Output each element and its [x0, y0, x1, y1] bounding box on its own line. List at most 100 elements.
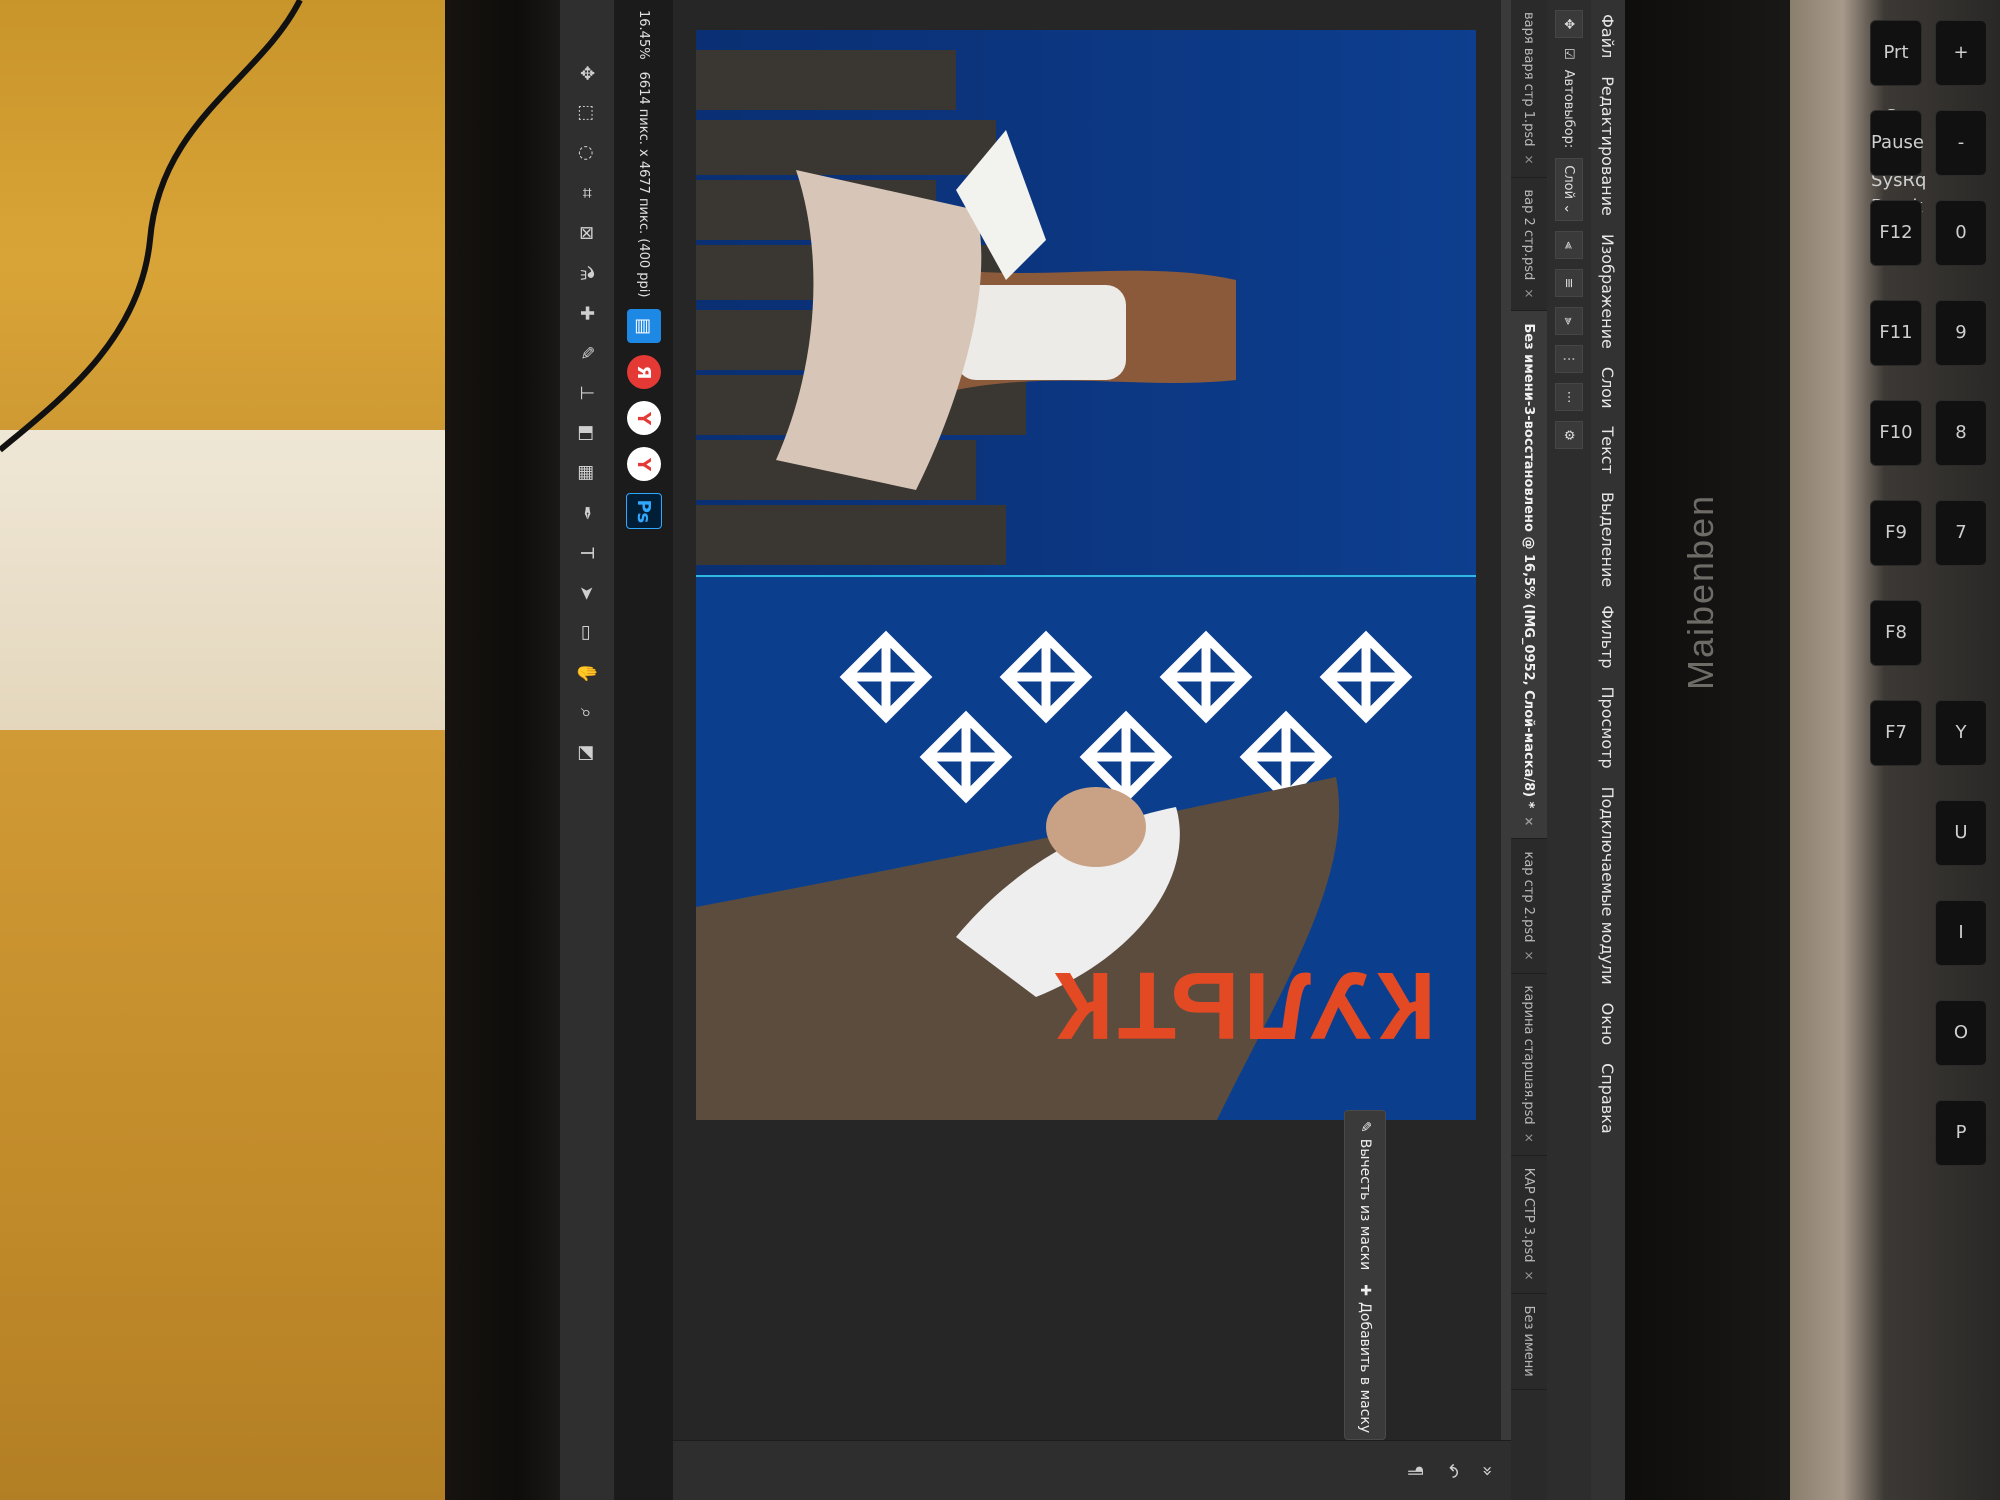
menu-view[interactable]: Просмотр	[1599, 687, 1618, 769]
key[interactable]: F8	[1870, 600, 1922, 666]
key[interactable]: 8	[1935, 400, 1987, 466]
key[interactable]: 0	[1935, 200, 1987, 266]
layer-dropdown-value: Слой	[1561, 165, 1577, 200]
close-icon[interactable]: ×	[1522, 154, 1536, 164]
tab-doc-7[interactable]: Без имени	[1511, 1293, 1547, 1390]
key[interactable]: -	[1935, 110, 1987, 176]
zoom-icon: ⌕	[576, 707, 598, 719]
poster-headline: КУЛЬТК	[1051, 952, 1436, 1059]
document-canvas[interactable]: КУЛЬТК	[696, 30, 1476, 1120]
zoom-level[interactable]: 16.45%	[637, 10, 652, 60]
key[interactable]: +	[1935, 20, 1987, 86]
options-bar: ✥ ☑ Автовыбор: Слой ⌄ ⫷ ≡ ⫸ ⋮ ⋯ ⚙	[1546, 0, 1591, 1500]
close-icon[interactable]: ×	[1522, 1133, 1536, 1143]
tab-doc-6[interactable]: КАР СТР 3.psd ×	[1511, 1155, 1547, 1294]
move-tool[interactable]: ✥	[574, 60, 600, 86]
subtract-label: Вычесть из маски	[1357, 1138, 1373, 1271]
stamp-tool[interactable]: ⊥	[574, 380, 600, 406]
tools-bar: ✥ ⬚ ◌ ⌗ ⊠ ⚗ ✚ ✎ ⊥ ◧ ▦ ✒ T ➤ ▭ ✋ ⌕ ◩	[560, 0, 615, 1500]
align-left-button[interactable]: ⫷	[1555, 231, 1583, 260]
tab-label: Без имени	[1521, 1305, 1537, 1377]
brush-tool[interactable]: ✎	[574, 340, 600, 366]
distribute-button[interactable]: ⋮	[1555, 345, 1583, 374]
key[interactable]: Y	[1935, 700, 1987, 766]
align-center-button[interactable]: ≡	[1555, 269, 1583, 298]
top-scrollbar[interactable]	[1501, 0, 1511, 1440]
tab-label: кар стр 2.psd	[1521, 851, 1537, 943]
key[interactable]: O	[1935, 1000, 1987, 1066]
menu-layers[interactable]: Слои	[1599, 367, 1618, 409]
heal-tool[interactable]: ✚	[574, 300, 600, 326]
menu-select[interactable]: Выделение	[1599, 492, 1618, 587]
tab-doc-active[interactable]: Без имени-3-восстановлено @ 16,5% (IMG_0…	[1511, 311, 1547, 840]
key[interactable]: F7	[1870, 700, 1922, 766]
key[interactable]: F10	[1870, 400, 1922, 466]
contextual-task-bar: ✎Вычесть из маски ✚Добавить в маску ▣ ◩ …	[1344, 1110, 1386, 1488]
autoselect-checkbox[interactable]: ☑	[1562, 48, 1577, 60]
align-right-button[interactable]: ⫸	[1555, 307, 1583, 336]
key[interactable]: Prt Sc SysRq	[1870, 20, 1926, 191]
marquee-icon: ⬚	[576, 104, 598, 122]
stamp-icon: ⊥	[576, 385, 598, 401]
menu-filter[interactable]: Фильтр	[1599, 605, 1618, 668]
path-select-tool[interactable]: ➤	[574, 580, 600, 606]
key[interactable]: 9	[1935, 300, 1987, 366]
tab-label: вар 2 стр.psd	[1521, 189, 1537, 281]
key[interactable]: F9	[1870, 500, 1922, 566]
tab-doc-5[interactable]: карина старшая.psd ×	[1511, 973, 1547, 1156]
menu-text[interactable]: Текст	[1599, 426, 1618, 473]
more-options-button[interactable]: ⋯	[1555, 383, 1583, 412]
menu-window[interactable]: Окно	[1599, 1003, 1618, 1046]
canvas-area[interactable]: КУЛЬТК ✎ Вычесть из маски ✚ Добавить в мас…	[615, 0, 1511, 1500]
zoom-tool[interactable]: ⌕	[574, 700, 600, 726]
close-icon[interactable]: ×	[1522, 816, 1536, 826]
key[interactable]: 7	[1935, 500, 1987, 566]
type-tool[interactable]: T	[574, 540, 600, 566]
tab-doc-4[interactable]: кар стр 2.psd ×	[1511, 839, 1547, 974]
key[interactable]: U	[1935, 800, 1987, 866]
gradient-tool[interactable]: ▦	[574, 460, 600, 486]
history-panel-button[interactable]: ↶	[1439, 1458, 1465, 1484]
color-swatches[interactable]: ◩	[574, 740, 600, 766]
cable	[0, 0, 303, 453]
eraser-tool[interactable]: ◧	[574, 420, 600, 446]
key[interactable]: F12	[1870, 200, 1922, 266]
move-tool-preset[interactable]: ✥	[1555, 10, 1583, 38]
key[interactable]: F11	[1870, 300, 1922, 366]
key[interactable]: Pause Break	[1870, 110, 1924, 217]
close-icon[interactable]: ×	[1522, 950, 1536, 960]
subtract-from-mask-button[interactable]: ✎ Вычесть из маски	[1357, 1121, 1373, 1270]
close-icon[interactable]: ×	[1522, 288, 1536, 298]
menu-plugins[interactable]: Подключаемые модули	[1599, 787, 1618, 985]
layer-dropdown[interactable]: Слой ⌄	[1555, 158, 1583, 222]
shape-tool[interactable]: ▭	[574, 620, 600, 646]
tab-doc-2[interactable]: вар 2 стр.psd ×	[1511, 177, 1547, 312]
tab-doc-1[interactable]: варя варя стр 1.psd ×	[1511, 0, 1547, 178]
frame-tool[interactable]: ⊠	[574, 220, 600, 246]
menu-bar: Файл Редактирование Изображение Слои Тек…	[1591, 0, 1625, 1500]
marquee-tool[interactable]: ⬚	[574, 100, 600, 126]
close-icon[interactable]: ×	[1522, 1271, 1536, 1281]
key[interactable]: P	[1935, 1100, 1987, 1166]
yandex-browser-icon[interactable]: Y	[627, 401, 661, 436]
file-explorer-icon[interactable]: ▤	[627, 309, 661, 344]
brush-icon: ✎	[576, 345, 598, 361]
hand-tool[interactable]: ✋	[574, 660, 600, 686]
menu-edit[interactable]: Редактирование	[1599, 76, 1618, 216]
key[interactable]: I	[1935, 900, 1987, 966]
menu-file[interactable]: Файл	[1599, 14, 1618, 58]
add-to-mask-button[interactable]: ✚ Добавить в маску	[1357, 1284, 1373, 1433]
crop-tool[interactable]: ⌗	[574, 180, 600, 206]
yandex-icon[interactable]: Я	[627, 355, 661, 390]
eyedropper-tool[interactable]: ⚗	[574, 260, 600, 286]
pen-tool[interactable]: ✒	[574, 500, 600, 526]
yandex-browser-icon-2[interactable]: Y	[627, 447, 661, 482]
status-bar: 16.45% 6614 пикс. x 4677 пикс. (400 ppi)…	[615, 0, 673, 1500]
panel-expand-button[interactable]: »	[1475, 1458, 1501, 1484]
paragraph-panel-button[interactable]: ¶	[1403, 1458, 1429, 1484]
photoshop-app-icon[interactable]: Ps	[626, 493, 662, 530]
settings-button[interactable]: ⚙	[1555, 421, 1583, 450]
menu-image[interactable]: Изображение	[1599, 234, 1618, 349]
menu-help[interactable]: Справка	[1599, 1063, 1618, 1134]
lasso-tool[interactable]: ◌	[574, 140, 600, 166]
